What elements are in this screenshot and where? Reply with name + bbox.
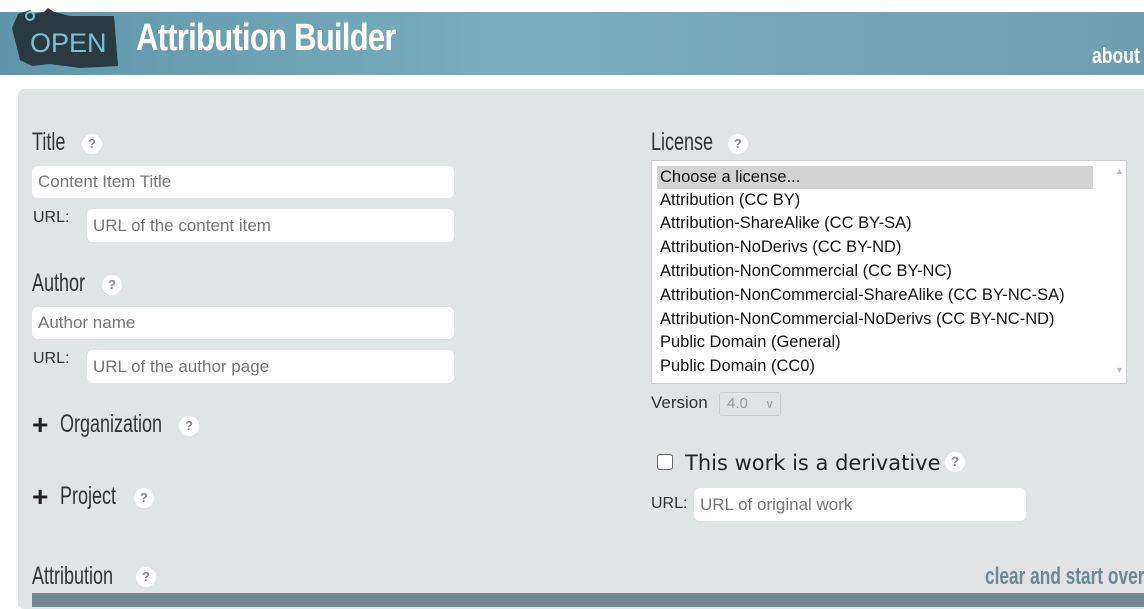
app-title: Attribution Builder — [136, 17, 396, 59]
author-help-icon[interactable]: ? — [102, 275, 122, 295]
title-input[interactable] — [32, 166, 454, 198]
derivative-checkbox[interactable] — [657, 454, 673, 470]
license-option[interactable]: Attribution-NonCommercial (CC BY-NC) — [660, 260, 952, 283]
scroll-down-icon[interactable]: ▼ — [1115, 365, 1124, 375]
project-help-icon[interactable]: ? — [134, 488, 154, 508]
organization-heading[interactable]: Organization — [60, 410, 162, 439]
version-select[interactable]: 4.0 ∨ — [719, 392, 781, 416]
app-header: OPEN Attribution Builder about — [0, 0, 1144, 76]
license-scrollbar[interactable]: ▲ ▼ — [1112, 161, 1126, 383]
license-option[interactable]: Attribution-ShareAlike (CC BY-SA) — [660, 212, 912, 235]
license-help-icon[interactable]: ? — [728, 134, 748, 154]
project-heading[interactable]: Project — [60, 482, 116, 511]
scroll-up-icon[interactable]: ▲ — [1115, 166, 1124, 176]
organization-expand-icon[interactable]: + — [32, 411, 48, 439]
license-option[interactable]: Attribution-NoDerivs (CC BY-ND) — [660, 236, 901, 259]
derivative-url-input[interactable] — [694, 488, 1026, 521]
open-logo: OPEN — [10, 6, 128, 72]
project-expand-icon[interactable]: + — [32, 483, 48, 511]
title-url-label: URL: — [33, 209, 70, 226]
author-url-label: URL: — [33, 350, 70, 367]
license-option[interactable]: Attribution-NonCommercial-NoDerivs (CC B… — [660, 308, 1055, 331]
title-heading: Title — [32, 128, 66, 156]
author-url-input[interactable] — [87, 350, 454, 383]
license-select[interactable]: Choose a license... Attribution (CC BY) … — [651, 160, 1127, 384]
version-label: Version — [651, 393, 708, 412]
version-value: 4.0 — [727, 395, 748, 412]
clear-and-start-over-link[interactable]: clear and start over — [985, 563, 1144, 591]
license-option[interactable]: Public Domain (CC0) — [660, 355, 815, 378]
license-heading: License — [651, 128, 714, 156]
logo-text: OPEN — [30, 28, 107, 58]
about-link[interactable]: about — [1092, 43, 1140, 69]
license-option[interactable]: Attribution-NonCommercial-ShareAlike (CC… — [660, 284, 1065, 307]
chevron-down-icon: ∨ — [765, 397, 774, 411]
license-option[interactable]: Choose a license... — [657, 166, 1093, 189]
title-url-input[interactable] — [87, 209, 454, 242]
organization-help-icon[interactable]: ? — [179, 416, 199, 436]
title-help-icon[interactable]: ? — [82, 134, 102, 154]
derivative-label[interactable]: This work is a derivative — [685, 451, 941, 475]
author-heading: Author — [32, 269, 86, 297]
derivative-url-label: URL: — [651, 495, 688, 512]
license-option[interactable]: Public Domain (General) — [660, 331, 841, 354]
license-option[interactable]: Attribution (CC BY) — [660, 189, 800, 212]
author-input[interactable] — [32, 307, 454, 339]
attribution-help-icon[interactable]: ? — [136, 567, 156, 587]
attribution-heading: Attribution — [32, 562, 114, 590]
derivative-help-icon[interactable]: ? — [945, 452, 965, 472]
